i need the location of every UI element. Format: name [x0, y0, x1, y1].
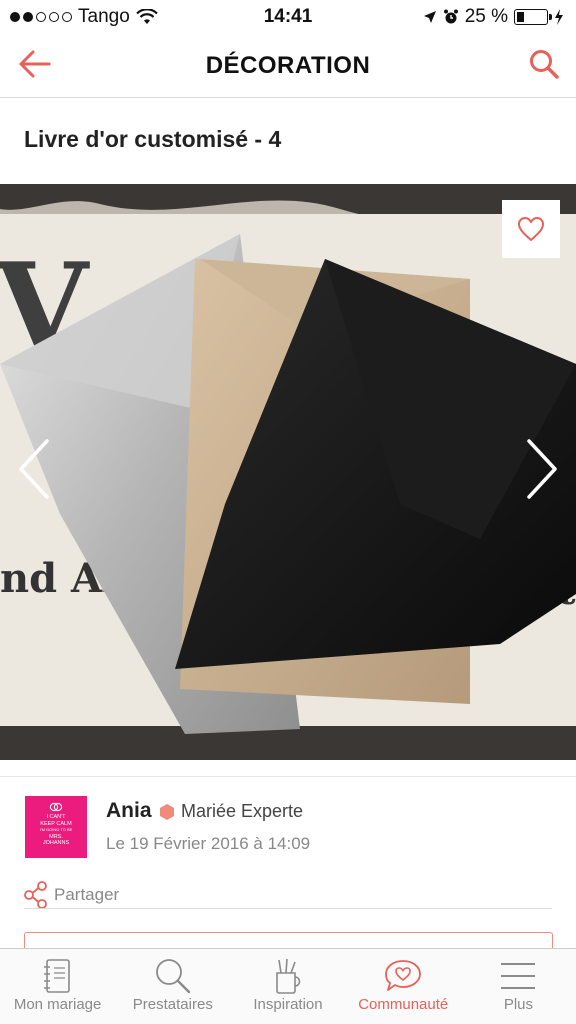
badge-label: Mariée Experte [181, 801, 304, 821]
hexagon-icon [160, 803, 174, 820]
author-name[interactable]: Ania [106, 799, 152, 823]
heart-icon [518, 217, 544, 241]
tab-label: Prestataires [132, 996, 213, 1013]
status-bar: Tango 14:41 25 % [0, 0, 576, 34]
screen-title: DÉCORATION [205, 51, 371, 79]
tab-label: Mon mariage [13, 996, 102, 1013]
share-label: Partager [54, 885, 120, 904]
search-icon [530, 50, 559, 79]
status-left: Tango [10, 6, 158, 28]
tab-bar: Mon mariage Prestataires Inspiration Com… [0, 948, 576, 1024]
tab-communaute[interactable]: Communauté [346, 949, 461, 1024]
tab-label: Inspiration [253, 996, 323, 1013]
notebook-icon [43, 959, 70, 993]
tab-label: Plus [503, 996, 533, 1013]
status-right: 25 % [423, 6, 564, 28]
location-icon [423, 11, 436, 23]
author-section: I CAN'T KEEP CALM I'M GOING TO BE MRS. J… [0, 776, 576, 909]
app-screen: Tango 14:41 25 % DÉCORATION Livre d'or c… [0, 0, 576, 1024]
tab-inspiration[interactable]: Inspiration [230, 949, 345, 1024]
rings-icon [49, 802, 63, 812]
menu-icon [501, 963, 536, 989]
carrier-label: Tango [78, 6, 130, 27]
avatar-line: JOHANNS [42, 840, 70, 846]
wifi-icon [135, 9, 158, 24]
arrow-left-icon [19, 50, 51, 78]
chevron-left-icon [19, 439, 49, 499]
battery-percent: 25 % [464, 6, 508, 27]
alarm-icon [443, 9, 458, 24]
tab-mon-mariage[interactable]: Mon mariage [0, 949, 115, 1024]
back-button[interactable] [14, 44, 54, 84]
signal-icon [10, 12, 72, 22]
charging-icon [555, 9, 563, 25]
tab-prestataires[interactable]: Prestataires [115, 949, 230, 1024]
battery-icon [514, 9, 552, 25]
post-date: Le 19 Février 2016 à 14:09 [106, 834, 311, 853]
navigation-bar: DÉCORATION [0, 34, 576, 98]
next-photo-button[interactable] [522, 434, 562, 504]
previous-photo-button[interactable] [14, 434, 54, 504]
magnifier-icon [155, 959, 190, 994]
search-button[interactable] [524, 44, 564, 84]
envelopes-photo: V nd All uests [0, 184, 576, 760]
tab-label: Communauté [358, 996, 449, 1013]
tab-plus[interactable]: Plus [461, 949, 576, 1024]
chat-heart-icon [385, 960, 422, 991]
favorite-button[interactable] [502, 200, 560, 258]
page-title: Livre d'or customisé - 4 [24, 126, 282, 152]
author-badge: Mariée Experte [160, 801, 303, 822]
photo-gallery[interactable]: V nd All uests [0, 184, 576, 760]
avatar[interactable]: I CAN'T KEEP CALM I'M GOING TO BE MRS. J… [25, 796, 87, 858]
battery-level [517, 12, 524, 22]
pencil-cup-icon [276, 958, 301, 994]
share-icon [24, 881, 47, 909]
divider [24, 908, 552, 909]
share-button[interactable]: Partager [24, 881, 119, 909]
chevron-right-icon [527, 439, 557, 499]
